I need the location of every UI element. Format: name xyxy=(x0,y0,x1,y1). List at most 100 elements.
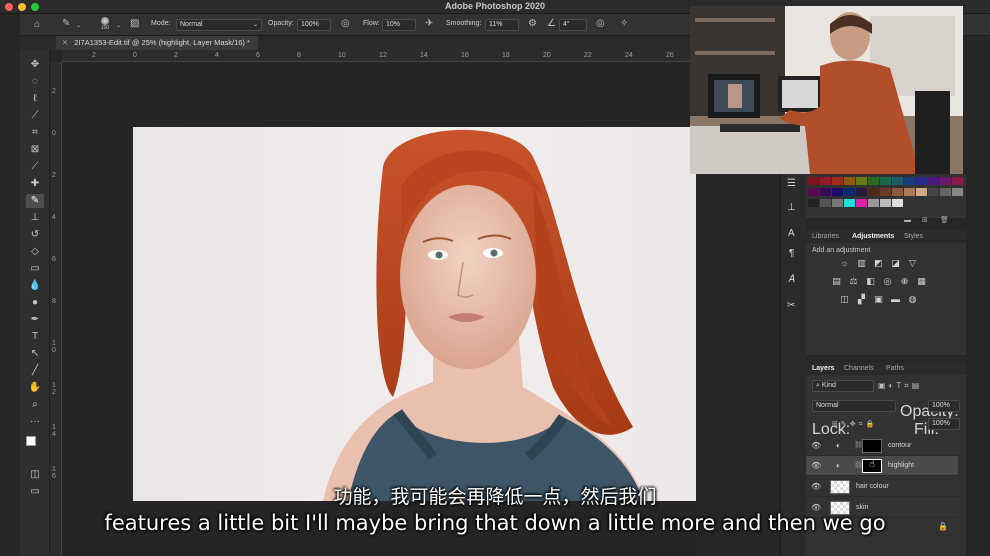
marquee-tool-icon[interactable]: ◌ xyxy=(26,75,44,89)
brush-size-picker[interactable]: 100 xyxy=(98,17,112,31)
lock-icons[interactable]: ⊞✎✥⌗🔒 xyxy=(832,420,877,429)
color-swatch[interactable] xyxy=(892,199,903,207)
document-tab[interactable]: ✕ 2I7A1353-Edit.tif @ 25% (highlight, Lay… xyxy=(56,36,258,50)
color-swatch[interactable] xyxy=(820,199,831,207)
brightness-contrast-icon[interactable]: ☼ xyxy=(840,259,849,268)
color-swatch[interactable] xyxy=(952,188,963,196)
brush-tool-preset-icon[interactable]: ✎ xyxy=(62,19,70,29)
more-tools-icon[interactable]: ··· xyxy=(26,415,44,429)
color-swatch[interactable] xyxy=(820,177,831,185)
quick-mask-icon[interactable]: ◫ xyxy=(26,468,44,482)
dodge-tool-icon[interactable]: ● xyxy=(26,296,44,310)
exposure-icon[interactable]: ◪ xyxy=(891,259,900,268)
new-group-icon[interactable]: ▬ xyxy=(904,217,911,224)
color-swatch[interactable] xyxy=(916,177,927,185)
chevron-down-icon[interactable]: ⌄ xyxy=(116,21,121,31)
eyedropper-tool-icon[interactable]: ⟋ xyxy=(26,160,44,174)
eraser-tool-icon[interactable]: ◇ xyxy=(26,245,44,259)
lasso-tool-icon[interactable]: ℓ xyxy=(26,92,44,106)
gradient-map-icon[interactable]: ▬ xyxy=(891,295,900,304)
visibility-eye-icon[interactable]: 👁 xyxy=(811,441,821,450)
visibility-eye-icon[interactable]: 👁 xyxy=(811,461,821,470)
color-swatch[interactable] xyxy=(952,177,963,185)
color-swatch[interactable] xyxy=(808,188,819,196)
color-swatch[interactable] xyxy=(904,188,915,196)
flow-input[interactable]: 10% xyxy=(382,19,416,31)
paragraph-panel-icon[interactable]: ¶ xyxy=(789,248,794,259)
threshold-icon[interactable]: ▣ xyxy=(874,295,883,304)
blur-tool-icon[interactable]: 💧 xyxy=(26,279,44,293)
gradient-tool-icon[interactable]: ▭ xyxy=(26,262,44,276)
zoom-tool-icon[interactable]: ⌕ xyxy=(26,398,44,412)
color-swatch[interactable] xyxy=(940,188,951,196)
tab-styles[interactable]: Styles xyxy=(904,233,923,240)
pen-tool-icon[interactable]: ✒ xyxy=(26,313,44,327)
color-lookup-icon[interactable]: ▦ xyxy=(917,277,926,286)
hand-tool-icon[interactable]: ✋ xyxy=(26,381,44,395)
color-swatch[interactable] xyxy=(832,177,843,185)
color-swatch[interactable] xyxy=(808,199,819,207)
photo-filter-icon[interactable]: ◎ xyxy=(883,277,892,286)
home-icon[interactable]: ⌂ xyxy=(34,20,40,30)
levels-icon[interactable]: ▥ xyxy=(857,259,866,268)
color-swatch[interactable] xyxy=(808,177,819,185)
layer-row-contour[interactable]: 👁 ◐ ⛓ contour xyxy=(806,436,958,456)
history-brush-tool-icon[interactable]: ↺ xyxy=(26,228,44,242)
new-swatch-icon[interactable]: ⊞ xyxy=(922,216,928,224)
tab-layers[interactable]: Layers xyxy=(812,365,835,372)
gear-icon[interactable]: ⚙ xyxy=(528,19,537,29)
layer-mask-thumbnail[interactable] xyxy=(862,439,882,453)
frame-tool-icon[interactable]: ⊠ xyxy=(26,143,44,157)
color-swatch[interactable] xyxy=(880,177,891,185)
crop-tool-icon[interactable]: ⌗ xyxy=(26,126,44,140)
black-white-icon[interactable]: ◧ xyxy=(866,277,875,286)
foreground-color-swatch[interactable] xyxy=(26,436,36,446)
healing-brush-tool-icon[interactable]: ✚ xyxy=(26,177,44,191)
layer-filter-icons[interactable]: ▣◐T⌗▤ xyxy=(878,381,922,391)
opacity-input[interactable]: 100% xyxy=(297,19,331,31)
color-swatch[interactable] xyxy=(832,188,843,196)
selective-color-icon[interactable]: ◍ xyxy=(908,295,917,304)
tool-presets-icon[interactable]: ✂ xyxy=(787,300,795,311)
airbrush-icon[interactable]: ✈ xyxy=(425,19,433,29)
glyphs-panel-icon[interactable]: 𝐴 xyxy=(788,274,795,285)
fill-input[interactable]: 100% xyxy=(928,418,960,430)
layer-filter-select[interactable]: ⌕ Kind xyxy=(812,380,874,392)
stamp-panel-icon[interactable]: ⊥ xyxy=(787,202,796,213)
trash-icon[interactable]: 🗑 xyxy=(940,216,949,224)
vibrance-icon[interactable]: ▽ xyxy=(908,259,917,268)
color-swatch[interactable] xyxy=(880,199,891,207)
tab-adjustments[interactable]: Adjustments xyxy=(852,233,894,240)
line-tool-icon[interactable]: ╱ xyxy=(26,364,44,378)
character-panel-icon[interactable]: A xyxy=(788,228,795,239)
color-swatch[interactable] xyxy=(868,199,879,207)
color-swatch[interactable] xyxy=(868,188,879,196)
invert-icon[interactable]: ◫ xyxy=(840,295,849,304)
history-panel-icon[interactable]: ☰ xyxy=(787,178,796,189)
layer-opacity-input[interactable]: 100% xyxy=(928,400,960,412)
brush-tool-icon[interactable]: ✎ xyxy=(26,194,44,208)
layer-row-highlight[interactable]: 👁 ◐ ⛓ ☝ highlight xyxy=(806,456,958,476)
posterize-icon[interactable]: ▞ xyxy=(857,295,866,304)
type-tool-icon[interactable]: T xyxy=(26,330,44,344)
color-swatch[interactable] xyxy=(856,177,867,185)
tab-libraries[interactable]: Libraries xyxy=(812,233,839,240)
symmetry-icon[interactable]: ✧ xyxy=(620,19,628,29)
color-swatch[interactable] xyxy=(856,188,867,196)
chevron-down-icon[interactable]: ⌄ xyxy=(76,21,81,31)
pressure-size-icon[interactable]: ◎ xyxy=(596,19,605,29)
color-swatch[interactable] xyxy=(904,177,915,185)
color-swatch[interactable] xyxy=(856,199,867,207)
blend-mode-select[interactable]: Normal xyxy=(812,400,896,412)
tab-channels[interactable]: Channels xyxy=(844,365,874,372)
color-swatch[interactable] xyxy=(820,188,831,196)
channel-mixer-icon[interactable]: ⊕ xyxy=(900,277,909,286)
angle-input[interactable]: 4° xyxy=(559,19,587,31)
color-swatch[interactable] xyxy=(844,188,855,196)
move-tool-icon[interactable]: ✥ xyxy=(26,58,44,72)
color-swatch[interactable] xyxy=(892,188,903,196)
color-swatch[interactable] xyxy=(844,199,855,207)
color-swatch[interactable] xyxy=(844,177,855,185)
color-swatch[interactable] xyxy=(928,188,939,196)
quick-select-tool-icon[interactable]: ⟋ xyxy=(26,109,44,123)
